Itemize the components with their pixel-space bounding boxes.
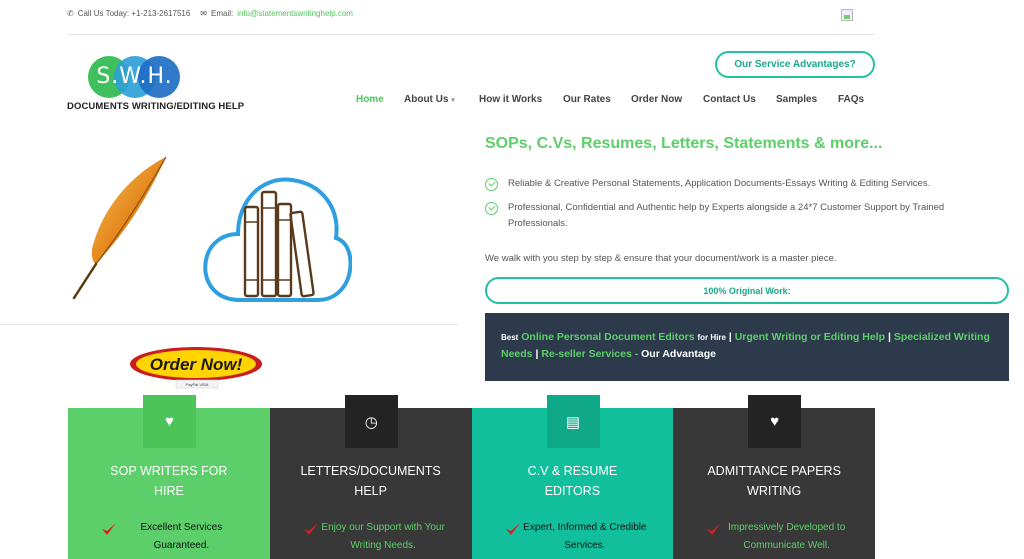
nav-contact-us[interactable]: Contact Us	[703, 94, 756, 105]
chevron-down-icon: ▾	[451, 97, 455, 104]
link-urgent-writing[interactable]: Urgent Writing or Editing Help	[735, 331, 885, 343]
envelope-icon: ✉	[200, 9, 207, 18]
card-title: ADMITTANCE PAPERS WRITING	[707, 464, 841, 498]
service-cards: ♥ SOP WRITERS FOR HIRE Excellent Service…	[68, 395, 875, 559]
cloud-books-icon	[203, 177, 352, 302]
dash: -	[634, 348, 639, 360]
nav-order-now[interactable]: Order Now	[631, 94, 682, 105]
divider	[68, 34, 875, 35]
original-work-button[interactable]: 100% Original Work:	[485, 277, 1009, 304]
bullet-text: Professional, Confidential and Authentic…	[508, 202, 945, 229]
best-text: Best	[501, 333, 519, 342]
check-circle-icon	[485, 202, 498, 215]
card-admittance-papers[interactable]: ♥ ADMITTANCE PAPERS WRITING Impressively…	[673, 395, 875, 559]
separator: |	[535, 348, 539, 360]
nav-home[interactable]: Home	[356, 94, 384, 105]
logo-tagline: DOCUMENTS WRITING/EDITING HELP	[67, 101, 245, 112]
nav-how-it-works[interactable]: How it Works	[479, 94, 542, 105]
service-advantages-button[interactable]: Our Service Advantages?	[715, 51, 875, 78]
email-link[interactable]: info@statementswritinghelp.com	[237, 9, 353, 18]
card-title: C.V & RESUME EDITORS	[527, 464, 618, 498]
card-title: LETTERS/DOCUMENTS HELP	[300, 464, 441, 498]
nav-our-rates[interactable]: Our Rates	[563, 94, 611, 105]
logo-text: S.W.H.	[96, 64, 173, 89]
heart-icon: ♥	[748, 395, 802, 448]
advantage-box: Best Online Personal Document Editors fo…	[485, 313, 1009, 381]
card-title: SOP WRITERS FOR HIRE	[110, 464, 228, 498]
card-feature: Enjoy our Support with Your Writing Need…	[321, 522, 445, 551]
email-label: Email:	[211, 9, 234, 18]
for-hire-text: for Hire	[697, 333, 726, 342]
separator: |	[887, 331, 891, 343]
bullet-text: Reliable & Creative Personal Statements,…	[508, 178, 931, 189]
check-circle-icon	[485, 178, 498, 191]
clock-icon: ◷	[344, 395, 398, 448]
broken-image-icon	[841, 9, 853, 21]
order-now-label: Order Now!	[150, 355, 243, 374]
card-feature: Impressively Developed to Communicate We…	[727, 522, 846, 551]
nav-about-us-label: About Us	[404, 94, 449, 105]
card-cv-resume[interactable]: ▤ C.V & RESUME EDITORS Expert, Informed …	[471, 395, 674, 559]
our-advantage-text: Our Advantage	[641, 348, 717, 360]
hero-headline: SOPs, C.Vs, Resumes, Letters, Statements…	[485, 135, 883, 152]
card-feature: Expert, Informed & Credible Services.	[523, 522, 647, 551]
payment-cards-label: PayPal VISA	[186, 382, 209, 387]
site-logo[interactable]: S.W.H.	[88, 56, 181, 98]
separator: |	[728, 331, 732, 343]
phone-icon: ✆	[67, 9, 74, 18]
link-online-editors[interactable]: Online Personal Document Editors	[521, 331, 694, 343]
topbar: ✆ Call Us Today: +1-213-2617516 ✉ Email:…	[67, 9, 353, 18]
card-sop-writers[interactable]: ♥ SOP WRITERS FOR HIRE Excellent Service…	[68, 395, 270, 559]
quill-feather-icon	[72, 156, 167, 300]
nav-samples[interactable]: Samples	[776, 94, 817, 105]
bullet-item: Reliable & Creative Personal Statements,…	[485, 176, 995, 192]
card-letters-documents[interactable]: ◷ LETTERS/DOCUMENTS HELP Enjoy our Suppo…	[269, 395, 472, 559]
phone-text: Call Us Today: +1-213-2617516	[77, 9, 191, 18]
link-reseller-services[interactable]: Re-seller Services	[541, 348, 631, 360]
clipboard-icon: ▤	[546, 395, 600, 448]
walk-text: We walk with you step by step & ensure t…	[485, 253, 837, 264]
bullet-item: Professional, Confidential and Authentic…	[485, 200, 995, 232]
hero-bullets: Reliable & Creative Personal Statements,…	[485, 176, 995, 234]
nav-faqs[interactable]: FAQs	[838, 94, 864, 105]
nav-about-us[interactable]: About Us ▾	[404, 94, 455, 105]
card-feature: Excellent Services Guaranteed.	[140, 522, 223, 551]
heart-icon: ♥	[143, 395, 196, 448]
divider	[0, 324, 459, 325]
order-now-button[interactable]: Order Now! PayPal VISA	[128, 344, 264, 390]
